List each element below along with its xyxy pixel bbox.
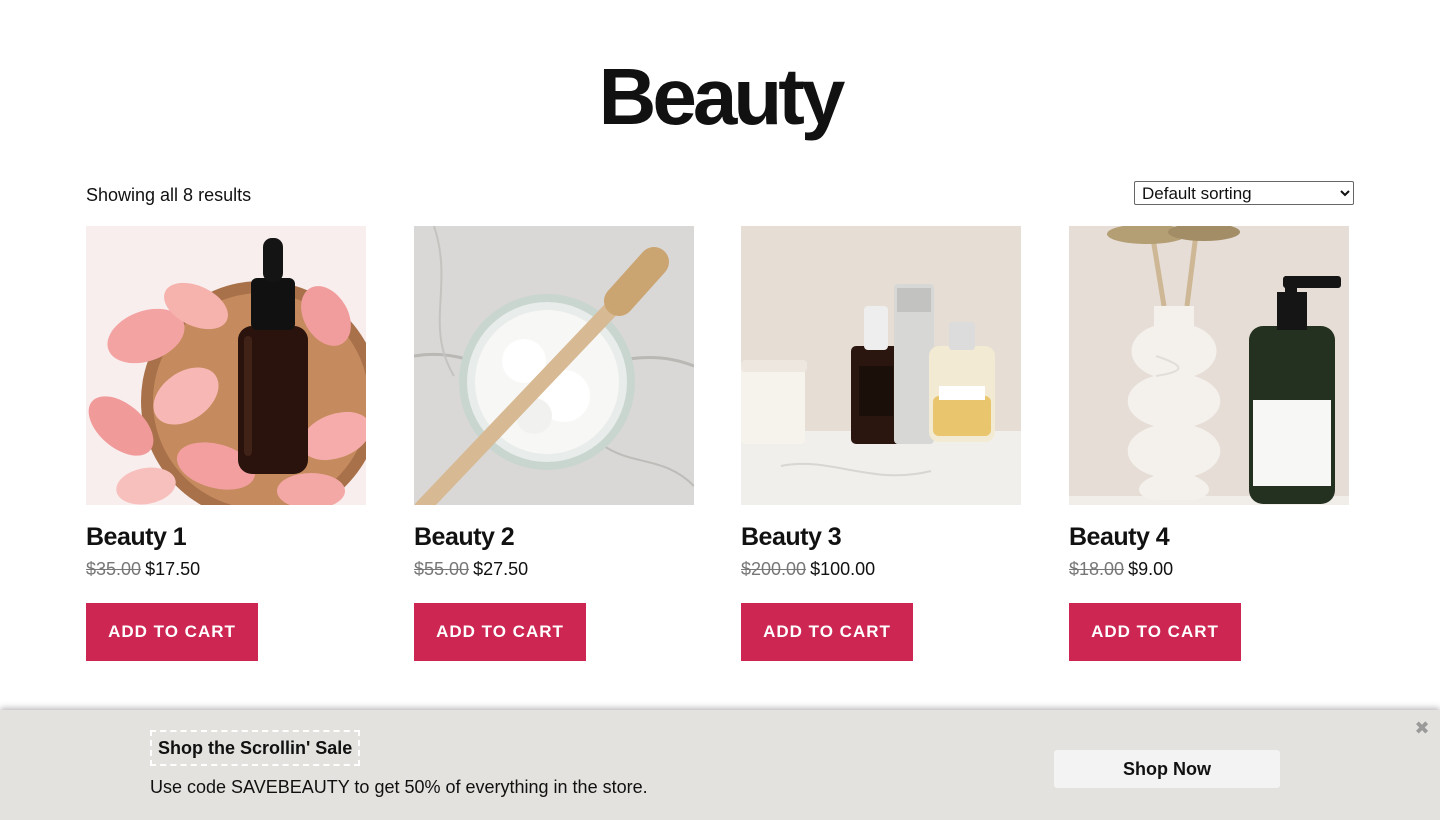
product-name[interactable]: Beauty 2: [414, 521, 694, 553]
original-price: $18.00: [1069, 559, 1125, 579]
product-name[interactable]: Beauty 3: [741, 521, 1021, 553]
sort-select[interactable]: Default sorting: [1134, 181, 1354, 205]
close-icon[interactable]: ✖: [1414, 719, 1430, 737]
product-name[interactable]: Beauty 1: [86, 521, 366, 553]
results-count: Showing all 8 results: [86, 185, 252, 205]
add-to-cart-button[interactable]: ADD TO CART: [741, 603, 913, 661]
sale-price: $100.00: [810, 559, 876, 579]
sale-price: $17.50: [145, 559, 201, 579]
original-price: $200.00: [741, 559, 807, 579]
product-grid: Beauty 1 $35.00 $17.50 ADD TO CART Beaut…: [86, 226, 1349, 666]
product-name[interactable]: Beauty 4: [1069, 521, 1349, 553]
page: Beauty Showing all 8 results Default sor…: [0, 0, 1440, 820]
product-price: $35.00 $17.50: [86, 557, 366, 581]
add-to-cart-button[interactable]: ADD TO CART: [1069, 603, 1241, 661]
sale-price: $27.50: [473, 559, 529, 579]
product-image[interactable]: [741, 226, 1021, 505]
banner-text: Use code SAVEBEAUTY to get 50% of everyt…: [150, 777, 648, 797]
original-price: $55.00: [414, 559, 470, 579]
product-image[interactable]: [1069, 226, 1349, 505]
shop-now-button[interactable]: Shop Now: [1054, 750, 1280, 788]
product-card: Beauty 3 $200.00 $100.00 ADD TO CART: [741, 226, 1021, 661]
add-to-cart-button[interactable]: ADD TO CART: [86, 603, 258, 661]
product-card: Beauty 4 $18.00 $9.00 ADD TO CART: [1069, 226, 1349, 661]
banner-heading: Shop the Scrollin' Sale: [150, 730, 361, 766]
page-title: Beauty: [598, 52, 846, 141]
sale-banner: Shop the Scrollin' Sale Use code SAVEBEA…: [0, 710, 1440, 820]
sale-price: $9.00: [1128, 559, 1174, 579]
product-price: $55.00 $27.50: [414, 557, 694, 581]
product-card: Beauty 2 $55.00 $27.50 ADD TO CART: [414, 226, 694, 661]
product-price: $200.00 $100.00: [741, 557, 1021, 581]
product-price: $18.00 $9.00: [1069, 557, 1349, 581]
add-to-cart-button[interactable]: ADD TO CART: [414, 603, 586, 661]
product-image[interactable]: [414, 226, 694, 505]
product-image[interactable]: [86, 226, 366, 505]
original-price: $35.00: [86, 559, 142, 579]
product-card: Beauty 1 $35.00 $17.50 ADD TO CART: [86, 226, 366, 661]
